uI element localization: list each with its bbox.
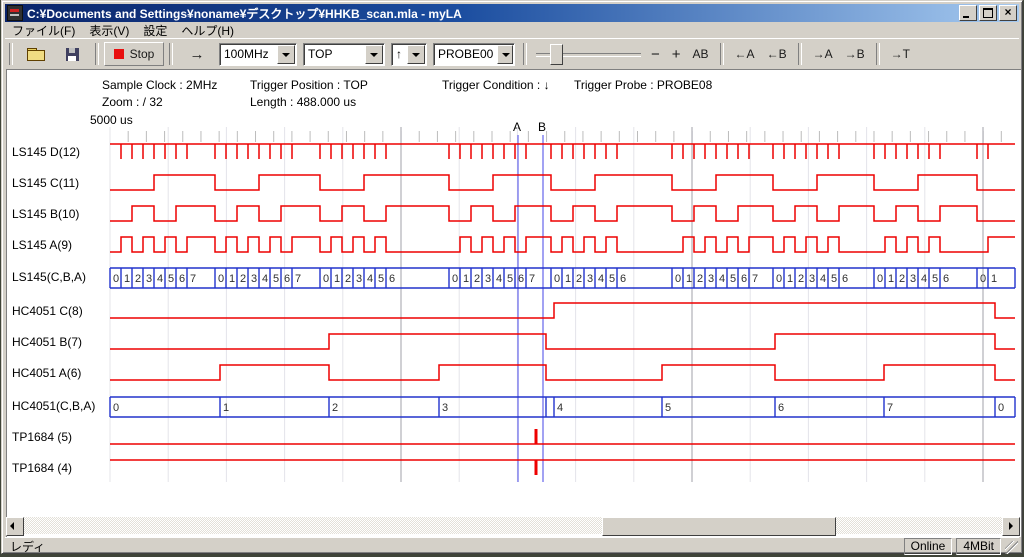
menu-item-2[interactable]: 設定 <box>136 21 174 40</box>
channel-label: TP1684 (4) <box>12 461 72 477</box>
toolbar-separator <box>720 43 724 65</box>
open-file-button[interactable] <box>18 42 54 66</box>
goto-a-left-button[interactable]: ←A <box>729 42 761 66</box>
cursor-b-label[interactable]: B <box>538 120 546 134</box>
trigger-probe-value: PROBE00 <box>434 47 496 61</box>
toolbar: Stop → 100MHz TOP ↑ PROBE00 − + AB ←A ←B <box>5 38 1019 69</box>
goto-a-right-button[interactable]: →A <box>807 42 839 66</box>
chevron-down-icon[interactable] <box>407 45 425 64</box>
toolbar-separator <box>169 43 173 65</box>
status-bar: レディ Online 4MBit <box>5 537 1019 554</box>
toolbar-separator <box>798 43 802 65</box>
trigger-position-combo[interactable]: TOP <box>303 43 385 66</box>
channel-label: HC4051(C,B,A) <box>12 399 95 415</box>
minimize-button[interactable] <box>959 5 977 21</box>
trigger-edge-value: ↑ <box>392 47 406 61</box>
trigger-probe-info: Trigger Probe : PROBE08 <box>574 78 712 92</box>
chevron-down-icon[interactable] <box>497 45 513 64</box>
channel-label: LS145 B(10) <box>12 207 79 223</box>
channel-label: HC4051 A(6) <box>12 366 81 382</box>
trigger-position-info: Trigger Position : TOP <box>250 78 368 92</box>
channel-label: HC4051 C(8) <box>12 304 83 320</box>
chevron-down-icon[interactable] <box>365 45 383 64</box>
menu-bar: ファイル(F)表示(V)設定ヘルプ(H) <box>5 22 1019 38</box>
channel-label: LS145 A(9) <box>12 238 72 254</box>
scrollbar-thumb[interactable] <box>602 517 836 536</box>
menu-item-1[interactable]: 表示(V) <box>82 21 136 40</box>
goto-trigger-button[interactable]: →T <box>885 42 916 66</box>
close-button[interactable]: × <box>999 5 1017 21</box>
menu-item-0[interactable]: ファイル(F) <box>5 21 82 40</box>
arrow-left-icon <box>10 522 14 530</box>
title-bar[interactable]: C:¥Documents and Settings¥noname¥デスクトップ¥… <box>5 4 1019 22</box>
toolbar-separator <box>876 43 880 65</box>
trigger-position-value: TOP <box>304 47 364 61</box>
stop-icon <box>114 49 124 59</box>
open-folder-icon <box>27 48 45 61</box>
window-title: C:¥Documents and Settings¥noname¥デスクトップ¥… <box>27 5 957 22</box>
zoom-slider[interactable] <box>536 43 641 65</box>
toolbar-separator <box>523 43 527 65</box>
toolbar-gripper <box>9 43 13 65</box>
arrow-right-icon <box>1009 522 1013 530</box>
goto-b-right-button[interactable]: →B <box>839 42 871 66</box>
time-scale-label: 5000 us <box>90 113 133 127</box>
maximize-button[interactable] <box>979 5 997 21</box>
channel-label: HC4051 B(7) <box>12 335 82 351</box>
channel-label: LS145 C(11) <box>12 176 79 192</box>
ab-cursors-button[interactable]: AB <box>687 42 715 66</box>
scroll-right-button[interactable] <box>1002 517 1020 536</box>
zoom-info: Zoom : / 32 <box>102 95 163 109</box>
menu-item-3[interactable]: ヘルプ(H) <box>174 21 241 40</box>
status-memory-badge: 4MBit <box>956 538 1001 555</box>
resize-grip-icon[interactable] <box>1005 541 1018 554</box>
channel-label: LS145 D(12) <box>12 145 80 161</box>
status-ready-text: レディ <box>5 538 900 555</box>
waveform-client-area[interactable] <box>6 69 1021 537</box>
stop-label: Stop <box>130 47 155 61</box>
horizontal-scrollbar[interactable] <box>6 517 1020 534</box>
zoom-slider-thumb[interactable] <box>550 44 563 65</box>
zoom-out-button[interactable]: − <box>645 42 666 66</box>
cursor-a-label[interactable]: A <box>513 120 521 134</box>
save-file-button[interactable] <box>54 42 90 66</box>
length-info: Length : 488.000 us <box>250 95 356 109</box>
app-icon <box>7 5 23 21</box>
stop-button[interactable]: Stop <box>104 42 164 66</box>
trigger-condition-info: Trigger Condition : ↓ <box>442 78 550 92</box>
toolbar-separator <box>95 43 99 65</box>
goto-b-left-button[interactable]: ←B <box>761 42 793 66</box>
trigger-probe-combo[interactable]: PROBE00 <box>433 43 515 66</box>
chevron-down-icon[interactable] <box>277 45 295 64</box>
trigger-edge-combo[interactable]: ↑ <box>391 43 427 66</box>
zoom-in-button[interactable]: + <box>666 42 687 66</box>
app-window: C:¥Documents and Settings¥noname¥デスクトップ¥… <box>1 0 1023 554</box>
save-floppy-icon <box>66 48 79 61</box>
sample-clock-value: 100MHz <box>220 47 276 61</box>
run-button[interactable]: → <box>178 42 216 66</box>
channel-label: TP1684 (5) <box>12 430 72 446</box>
sample-clock-info: Sample Clock : 2MHz <box>102 78 217 92</box>
channel-label: LS145(C,B,A) <box>12 270 86 286</box>
sample-clock-combo[interactable]: 100MHz <box>219 43 297 66</box>
status-online-badge: Online <box>904 538 953 555</box>
scroll-left-button[interactable] <box>6 517 24 536</box>
